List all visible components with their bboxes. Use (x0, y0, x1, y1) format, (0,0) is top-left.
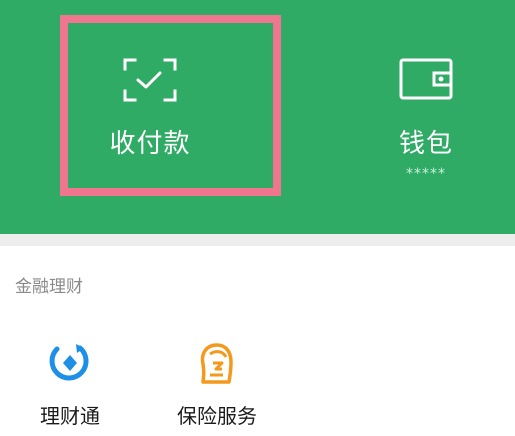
scan-check-icon (122, 57, 178, 103)
wallet-button[interactable]: 钱包 ***** (362, 57, 490, 181)
service-label-licaitong: 理财通 (40, 404, 100, 428)
service-insurance[interactable]: 保险服务 (162, 342, 272, 428)
wallet-balance-masked: ***** (406, 166, 446, 182)
wallet-icon (398, 57, 454, 103)
section-separator (0, 234, 515, 246)
section-title-finance: 金融理财 (15, 277, 83, 297)
pay-receive-label: 收付款 (109, 129, 191, 159)
service-licaitong[interactable]: 理财通 (20, 342, 120, 428)
insurance-icon (196, 342, 238, 384)
pay-receive-button[interactable]: 收付款 (86, 57, 214, 159)
service-label-insurance: 保险服务 (177, 404, 257, 428)
licaitong-icon (49, 342, 91, 384)
wallet-label: 钱包 (398, 129, 453, 159)
